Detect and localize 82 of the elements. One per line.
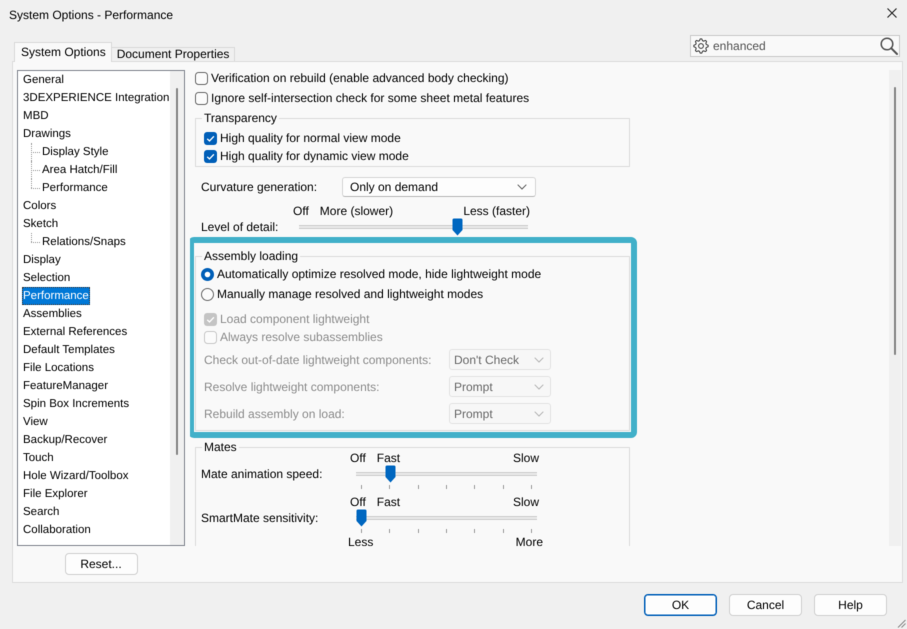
tree-item[interactable]: Performance [41, 179, 109, 197]
field-label: Check out-of-date lightweight components: [204, 352, 432, 368]
tree-item[interactable]: Spin Box Increments [22, 395, 130, 413]
tree-item[interactable]: Performance [22, 287, 90, 305]
field-label: Curvature generation: [201, 179, 318, 195]
reset-button[interactable]: Reset... [64, 553, 138, 575]
checkbox-label: Always resolve subassemblies [220, 329, 383, 345]
slider-thumb[interactable] [356, 509, 366, 527]
chevron-down-icon[interactable] [517, 184, 527, 190]
search-icon[interactable] [880, 37, 898, 55]
tree-item[interactable]: Colors [22, 197, 58, 215]
tree-item[interactable]: General [22, 71, 65, 89]
tree-item[interactable]: Backup/Recover [22, 431, 108, 449]
slider-label: SmartMate sensitivity: [201, 511, 318, 525]
scale-label: Less (faster) [463, 204, 530, 218]
tree-item[interactable]: Assemblies [22, 305, 83, 323]
group-title: Mates [203, 439, 238, 455]
scrollbar[interactable] [889, 70, 901, 546]
tree-item[interactable]: Touch [22, 449, 55, 467]
tree-item[interactable]: Selection [22, 269, 72, 287]
tree-item[interactable]: View [22, 413, 49, 431]
close-icon[interactable] [887, 8, 897, 18]
tree-item[interactable]: 3DEXPERIENCE Integration [22, 89, 170, 107]
tree-item[interactable]: Display Style [41, 143, 110, 161]
radio-button[interactable] [201, 288, 214, 300]
radio-button[interactable] [201, 268, 214, 280]
checkbox[interactable] [204, 132, 217, 144]
tree-item[interactable]: Relations/Snaps [41, 233, 127, 251]
tree-item[interactable]: Default Templates [22, 341, 116, 359]
checkbox-label: High quality for normal view mode [220, 130, 401, 146]
scrollbar-thumb[interactable] [176, 88, 178, 455]
group-title: Assembly loading [203, 248, 300, 264]
dialog-button[interactable]: Cancel [729, 594, 802, 616]
tree-item[interactable]: Drawings [22, 125, 72, 143]
scale-label: Off [293, 204, 309, 218]
checkbox-label: Ignore self-intersection check for some sheet metal features [211, 90, 530, 106]
scale-label: Fast [376, 495, 400, 509]
checkbox[interactable] [195, 72, 208, 84]
slider-label: Level of detail: [201, 220, 278, 234]
field-label: Rebuild assembly on load: [204, 406, 346, 422]
scale-label: Off [350, 451, 366, 465]
radio-label: Automatically optimize resolved mode, hide lightweight mode [217, 266, 542, 282]
tab[interactable]: Document Properties [112, 47, 236, 61]
tree-item[interactable]: Search [22, 503, 60, 521]
slider-thumb[interactable] [384, 465, 396, 483]
scale-label: More [516, 535, 543, 546]
slider-thumb[interactable] [452, 218, 463, 236]
tree-item[interactable]: Display [22, 251, 62, 269]
scale-label: More (slower) [320, 204, 394, 218]
scale-label: Fast [376, 451, 400, 465]
dialog-button[interactable]: OK [644, 594, 717, 616]
scale-label: Less [348, 535, 374, 546]
tree-item[interactable]: MBD [22, 107, 50, 125]
group-title: Transparency [203, 110, 278, 126]
scrollbar[interactable] [170, 71, 184, 545]
dropdown[interactable]: Only on demand [342, 177, 536, 197]
scale-label: Slow [512, 451, 539, 465]
tree-item[interactable]: External References [22, 323, 128, 341]
field-label: Resolve lightweight components: [204, 378, 380, 394]
tab[interactable]: System Options [14, 42, 112, 62]
checkbox[interactable] [204, 150, 217, 162]
radio-label: Manually manage resolved and lightweight modes [217, 286, 484, 302]
tree-item[interactable]: Sketch [22, 215, 60, 233]
window-title: System Options - Performance [9, 7, 174, 23]
tree-item[interactable]: Collaboration [22, 521, 92, 539]
checkbox-label: High quality for dynamic view mode [220, 148, 409, 164]
checkbox-label: Verification on rebuild (enable advanced body checking) [211, 70, 509, 86]
search-field[interactable]: enhanced [690, 35, 900, 57]
resize-grip[interactable] [896, 618, 906, 628]
checkbox[interactable] [195, 92, 208, 104]
tree-item[interactable]: File Locations [22, 359, 95, 377]
tree-item[interactable]: Hole Wizard/Toolbox [22, 467, 130, 485]
scale-label: Slow [512, 495, 539, 509]
checkbox-label: Load component lightweight [220, 311, 370, 327]
tree-item[interactable]: FeatureManager [22, 377, 110, 395]
scale-label: Off [350, 495, 366, 509]
scrollbar-thumb[interactable] [894, 87, 896, 355]
slider-label: Mate animation speed: [201, 467, 322, 481]
tree-item[interactable]: File Explorer [22, 485, 89, 503]
tree-item[interactable]: Area Hatch/Fill [41, 161, 118, 179]
dialog-button[interactable]: Help [814, 594, 887, 616]
gear-icon[interactable] [693, 38, 709, 54]
